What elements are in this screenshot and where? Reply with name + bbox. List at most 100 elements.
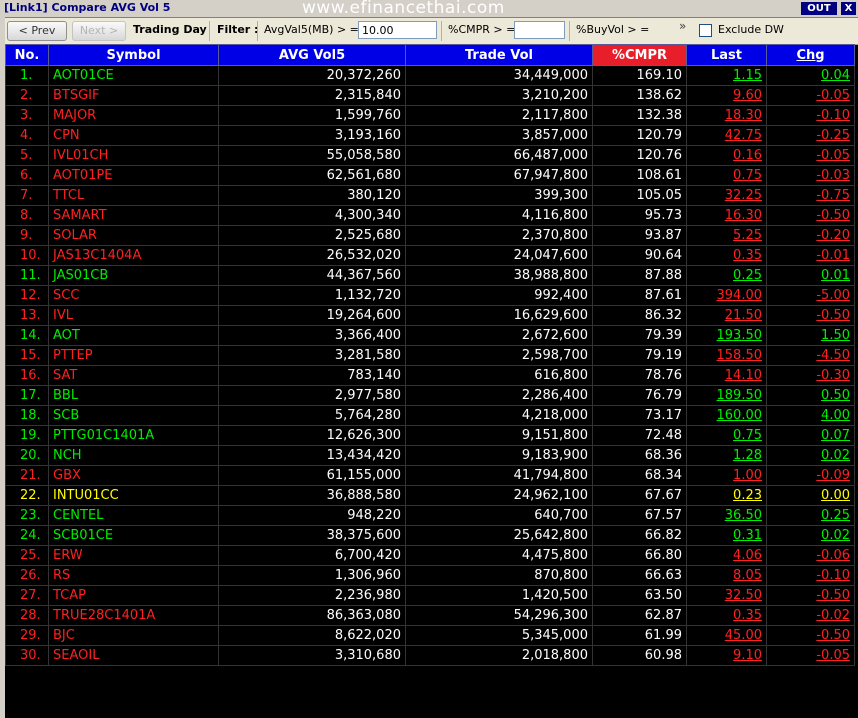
cell-chg[interactable]: -0.05: [766, 145, 855, 166]
cell-chg[interactable]: -0.75: [766, 185, 855, 206]
table-row[interactable]: 17. BBL 2,977,580 2,286,400 76.79 189.50 0.50: [5, 385, 855, 406]
cell-chg[interactable]: -0.05: [766, 645, 855, 666]
cell-last[interactable]: 32.25: [686, 185, 767, 206]
cell-last[interactable]: 8.05: [686, 565, 767, 586]
cell-last[interactable]: 0.75: [686, 165, 767, 186]
table-row[interactable]: 21. GBX 61,155,000 41,794,800 68.34 1.00 -0.09: [5, 465, 855, 486]
cell-chg[interactable]: -0.10: [766, 565, 855, 586]
cell-last[interactable]: 9.60: [686, 85, 767, 106]
cell-chg[interactable]: 1.50: [766, 325, 855, 346]
cell-symbol[interactable]: SCC: [48, 285, 219, 306]
table-row[interactable]: 28. TRUE28C1401A 86,363,080 54,296,300 62.87…: [5, 605, 855, 626]
table-row[interactable]: 5. IVL01CH 55,058,580 66,487,000 120.76 0.16-…: [5, 145, 855, 166]
cell-chg[interactable]: 0.02: [766, 445, 855, 466]
cell-last[interactable]: 36.50: [686, 505, 767, 526]
cell-chg[interactable]: -0.50: [766, 305, 855, 326]
cell-symbol[interactable]: PTTG01C1401A: [48, 425, 219, 446]
cell-symbol[interactable]: JAS13C1404A: [48, 245, 219, 266]
table-row[interactable]: 12. SCC 1,132,720 992,400 87.61 394.00 -5.00: [5, 285, 855, 306]
cell-last[interactable]: 32.50: [686, 585, 767, 606]
table-row[interactable]: 1. AOT01CE 20,372,260 34,449,000 169.10 1.15 0…: [5, 65, 855, 86]
cell-last[interactable]: 14.10: [686, 365, 767, 386]
table-row[interactable]: 19. PTTG01C1401A 12,626,300 9,151,800 72.48 0…: [5, 425, 855, 446]
cell-last[interactable]: 160.00: [686, 405, 767, 426]
table-row[interactable]: 6. AOT01PE 62,561,680 67,947,800 108.61 0.75-…: [5, 165, 855, 186]
cell-chg[interactable]: -0.10: [766, 105, 855, 126]
cell-symbol[interactable]: AOT01PE: [48, 165, 219, 186]
header-trade-vol[interactable]: Trade Vol: [405, 44, 593, 66]
header-avg-vol5[interactable]: AVG Vol5: [218, 44, 406, 66]
cell-last[interactable]: 0.35: [686, 605, 767, 626]
table-row[interactable]: 24. SCB01CE 38,375,600 25,642,800 66.82 0.31 0…: [5, 525, 855, 546]
cell-chg[interactable]: -0.50: [766, 625, 855, 646]
cell-last[interactable]: 0.16: [686, 145, 767, 166]
cell-chg[interactable]: 0.00: [766, 485, 855, 506]
cell-last[interactable]: 42.75: [686, 125, 767, 146]
close-button[interactable]: X: [841, 2, 856, 15]
cell-last[interactable]: 9.10: [686, 645, 767, 666]
cell-last[interactable]: 21.50: [686, 305, 767, 326]
header-no[interactable]: No.: [5, 44, 49, 66]
table-row[interactable]: 7. TTCL 380,120 399,300 105.05 32.25 -0.75: [5, 185, 855, 206]
cell-last[interactable]: 1.00: [686, 465, 767, 486]
cell-chg[interactable]: 0.01: [766, 265, 855, 286]
cell-chg[interactable]: 4.00: [766, 405, 855, 426]
exclude-dw-checkbox[interactable]: [699, 24, 712, 37]
cmpr-filter-input[interactable]: [514, 21, 565, 39]
cell-last[interactable]: 0.31: [686, 525, 767, 546]
cell-symbol[interactable]: ERW: [48, 545, 219, 566]
cell-chg[interactable]: 0.25: [766, 505, 855, 526]
more-chevron-icon[interactable]: »: [679, 19, 686, 33]
cell-symbol[interactable]: MAJOR: [48, 105, 219, 126]
cell-chg[interactable]: -0.50: [766, 585, 855, 606]
header-chg[interactable]: Chg: [766, 44, 855, 66]
header-cmpr[interactable]: %CMPR: [592, 44, 687, 66]
cell-symbol[interactable]: RS: [48, 565, 219, 586]
cell-symbol[interactable]: GBX: [48, 465, 219, 486]
cell-symbol[interactable]: AOT01CE: [48, 65, 219, 86]
cell-symbol[interactable]: TCAP: [48, 585, 219, 606]
cell-last[interactable]: 189.50: [686, 385, 767, 406]
cell-last[interactable]: 5.25: [686, 225, 767, 246]
table-row[interactable]: 30. SEAOIL 3,310,680 2,018,800 60.98 9.10 -0.0…: [5, 645, 855, 666]
table-row[interactable]: 9. SOLAR 2,525,680 2,370,800 93.87 5.25 -0.20: [5, 225, 855, 246]
cell-chg[interactable]: -5.00: [766, 285, 855, 306]
cell-chg[interactable]: -0.25: [766, 125, 855, 146]
prev-button[interactable]: < Prev: [7, 21, 67, 41]
table-row[interactable]: 3. MAJOR 1,599,760 2,117,800 132.38 18.30 -0.1…: [5, 105, 855, 126]
cell-symbol[interactable]: BJC: [48, 625, 219, 646]
cell-chg[interactable]: -0.01: [766, 245, 855, 266]
out-button[interactable]: OUT: [801, 2, 837, 15]
table-row[interactable]: 11. JAS01CB 44,367,560 38,988,800 87.88 0.25 0…: [5, 265, 855, 286]
avgvol-filter-input[interactable]: 10.00: [358, 21, 437, 39]
cell-symbol[interactable]: IVL: [48, 305, 219, 326]
table-row[interactable]: 10. JAS13C1404A 26,532,020 24,047,600 90.64 0…: [5, 245, 855, 266]
cell-symbol[interactable]: SOLAR: [48, 225, 219, 246]
cell-chg[interactable]: 0.07: [766, 425, 855, 446]
table-row[interactable]: 23. CENTEL 948,220 640,700 67.57 36.50 0.25: [5, 505, 855, 526]
cell-symbol[interactable]: TRUE28C1401A: [48, 605, 219, 626]
cell-symbol[interactable]: CENTEL: [48, 505, 219, 526]
cell-last[interactable]: 0.25: [686, 265, 767, 286]
cell-symbol[interactable]: JAS01CB: [48, 265, 219, 286]
header-chg-label[interactable]: Chg: [796, 48, 824, 63]
table-row[interactable]: 16. SAT 783,140 616,800 78.76 14.10 -0.30: [5, 365, 855, 386]
cell-chg[interactable]: -0.06: [766, 545, 855, 566]
cell-symbol[interactable]: NCH: [48, 445, 219, 466]
cell-last[interactable]: 1.28: [686, 445, 767, 466]
cell-symbol[interactable]: BBL: [48, 385, 219, 406]
cell-symbol[interactable]: PTTEP: [48, 345, 219, 366]
cell-last[interactable]: 4.06: [686, 545, 767, 566]
cell-chg[interactable]: 0.02: [766, 525, 855, 546]
cell-symbol[interactable]: SCB: [48, 405, 219, 426]
cell-chg[interactable]: 0.50: [766, 385, 855, 406]
cell-last[interactable]: 16.30: [686, 205, 767, 226]
cell-symbol[interactable]: CPN: [48, 125, 219, 146]
cell-symbol[interactable]: INTU01CC: [48, 485, 219, 506]
cell-last[interactable]: 18.30: [686, 105, 767, 126]
header-last[interactable]: Last: [686, 44, 767, 66]
table-row[interactable]: 18. SCB 5,764,280 4,218,000 73.17 160.00 4.00: [5, 405, 855, 426]
cell-chg[interactable]: -0.05: [766, 85, 855, 106]
cell-last[interactable]: 394.00: [686, 285, 767, 306]
table-row[interactable]: 22. INTU01CC 36,888,580 24,962,100 67.67 0.23…: [5, 485, 855, 506]
